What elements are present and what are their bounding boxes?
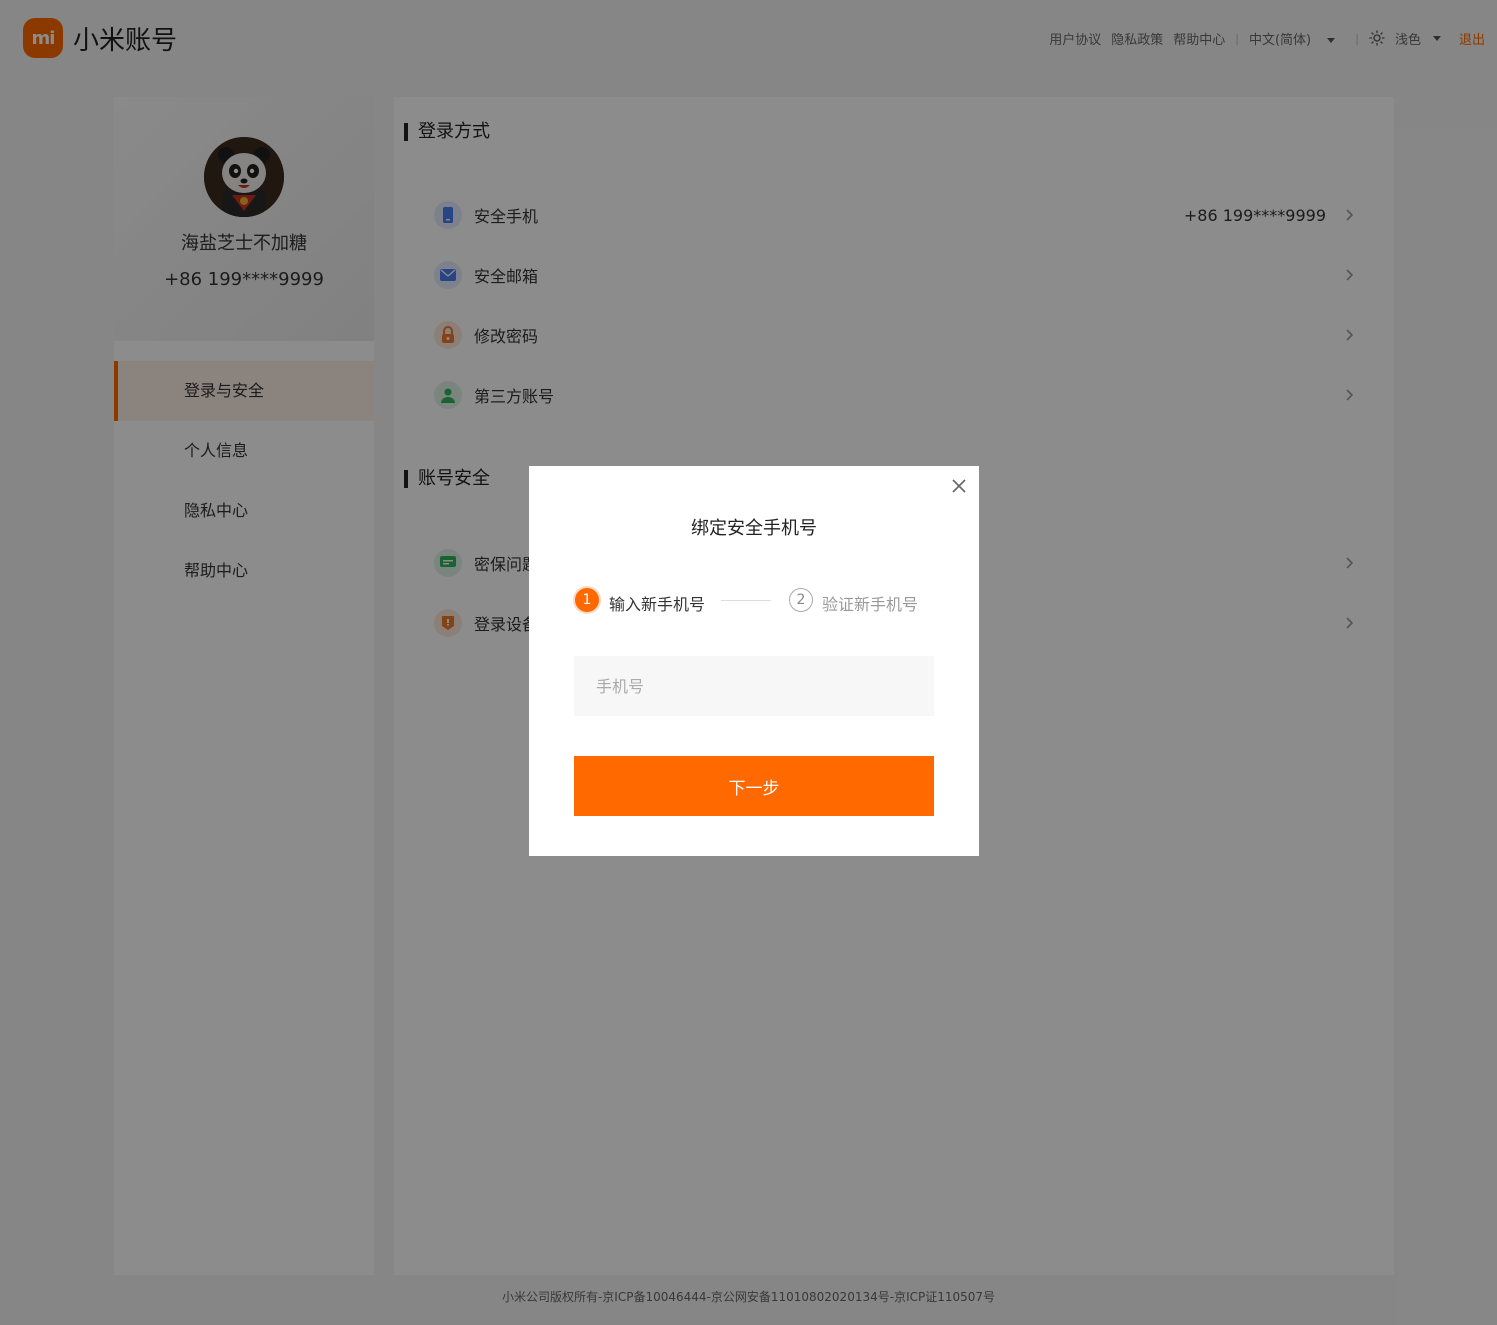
step-2-badge: 2: [789, 588, 813, 612]
modal-title: 绑定安全手机号: [691, 518, 817, 539]
step-2-label: 验证新手机号: [822, 595, 919, 614]
step-indicator: 1 输入新手机号 2 验证新手机号: [575, 587, 935, 615]
bind-phone-modal: 绑定安全手机号 1 输入新手机号 2 验证新手机号 下一步: [529, 466, 979, 856]
step-connector: [721, 600, 771, 601]
close-icon[interactable]: [951, 478, 967, 494]
next-step-button[interactable]: 下一步: [574, 756, 934, 816]
step-1-badge: 1: [575, 588, 599, 612]
phone-number-input[interactable]: [574, 656, 934, 716]
step-1-label: 输入新手机号: [609, 595, 706, 614]
